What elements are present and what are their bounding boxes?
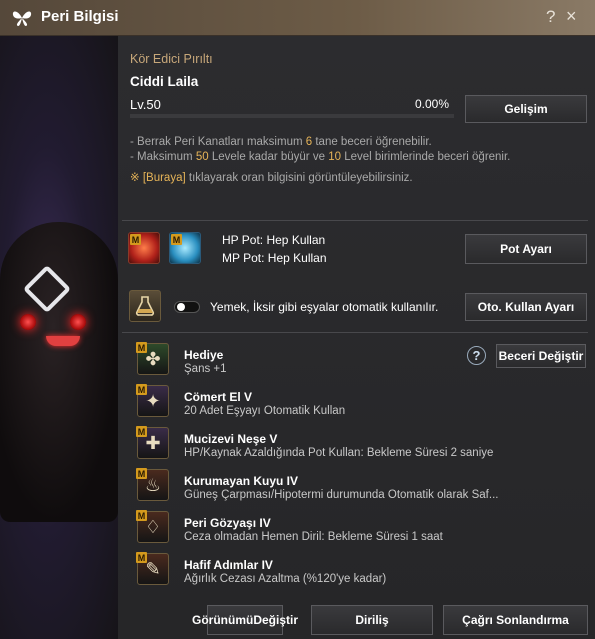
info-line-2: - Maksimum 50 Levele kadar büyür ve 10 L…	[130, 151, 510, 163]
close-icon[interactable]: ×	[566, 6, 577, 27]
hp-potion-icon[interactable]: M	[128, 232, 160, 264]
skill-name: Peri Gözyaşı IV	[184, 516, 271, 530]
hp-potion-setting: HP Pot: Hep Kullan	[222, 233, 326, 247]
end-summon-button[interactable]: Çağrı Sonlandırma	[443, 605, 588, 635]
skill-badge: M	[136, 426, 147, 437]
skill-glyph: ♢	[144, 516, 162, 537]
auto-use-settings-button[interactable]: Oto. Kullan Ayarı	[465, 293, 587, 321]
peri-level: Lv.50	[130, 97, 161, 112]
toggle-knob	[177, 303, 185, 311]
peri-type-name: Kör Edici Pırıltı	[130, 52, 213, 66]
skill-glyph: ✦	[145, 390, 161, 411]
skill-name: Kurumayan Kuyu IV	[184, 474, 299, 488]
peri-mouth	[46, 336, 80, 346]
change-appearance-line2: Değiştir	[253, 612, 299, 627]
skill-glyph: ✤	[145, 348, 161, 369]
window-title: Peri Bilgisi	[41, 8, 119, 25]
divider-middle	[122, 332, 588, 333]
skill-badge: M	[136, 510, 147, 521]
change-appearance-line1: Görünümü	[192, 612, 254, 627]
rate-info-link[interactable]: [Buraya]	[143, 172, 186, 184]
mp-potion-setting: MP Pot: Hep Kullan	[222, 251, 327, 265]
skill-help-icon[interactable]: ?	[467, 346, 486, 365]
info-line-1-prefix: - Berrak Peri Kanatları maksimum	[130, 136, 303, 148]
info-panel	[118, 36, 595, 639]
info-line-3-suffix: tıklayarak oran bilgisini görüntüleyebil…	[188, 172, 413, 184]
butterfly-icon	[12, 11, 32, 26]
peri-character-art	[0, 36, 118, 639]
skill-glyph: ✎	[145, 558, 161, 579]
info-line-2-prefix: - Maksimum	[130, 151, 193, 163]
note-mark: ※	[130, 172, 140, 184]
level-progress-text: 0.00%	[415, 97, 450, 111]
info-line-2-number-1: 50	[195, 151, 209, 163]
bowl-icon: ♨ M	[136, 468, 169, 501]
evolve-button[interactable]: Gelişim	[465, 95, 587, 123]
scroll-icon: ✎ M	[136, 552, 169, 585]
skill-badge: M	[136, 552, 147, 563]
info-line-2-number-2: 10	[328, 151, 341, 163]
skill-badge: M	[136, 342, 147, 353]
potion-settings-button[interactable]: Pot Ayarı	[465, 234, 587, 264]
skill-name: Cömert El V	[184, 390, 253, 404]
level-progress-bar	[130, 114, 454, 118]
info-line-1-suffix: tane beceri öğrenebilir.	[315, 136, 432, 148]
mp-potion-icon[interactable]: M	[169, 232, 201, 264]
info-line-3: ※ [Buraya] tıklayarak oran bilgisini gör…	[130, 170, 413, 184]
skill-glyph: ♨	[144, 474, 162, 495]
peri-left-eye	[20, 314, 36, 330]
skill-description: Şans +1	[184, 363, 227, 375]
info-line-2-mid: Levele kadar büyür ve	[211, 151, 325, 163]
revive-button[interactable]: Diriliş	[311, 605, 433, 635]
peri-body	[0, 222, 118, 522]
info-line-2-suffix: Level birimlerinde beceri öğrenir.	[344, 151, 511, 163]
clover-icon: ✤ M	[136, 342, 169, 375]
fairy-icon: ✦ M	[136, 384, 169, 417]
skill-description: HP/Kaynak Azaldığında Pot Kullan: Beklem…	[184, 447, 494, 459]
skill-name: Mucizevi Neşe V	[184, 432, 278, 446]
info-line-1-number: 6	[305, 136, 313, 148]
peri-info-window: Peri Bilgisi ? × Kör Edici Pırıltı Ciddi…	[0, 0, 595, 639]
skill-name: Hediye	[184, 348, 224, 362]
hp-potion-badge: M	[130, 234, 141, 245]
skill-badge: M	[136, 384, 147, 395]
skill-description: Ceza olmadan Hemen Diril: Bekleme Süresi…	[184, 531, 443, 543]
title-bar[interactable]: Peri Bilgisi ? ×	[0, 0, 595, 36]
info-line-1: - Berrak Peri Kanatları maksimum 6 tane …	[130, 136, 432, 148]
skill-glyph: ✚	[145, 432, 161, 453]
skill-name: Hafif Adımlar IV	[184, 558, 273, 572]
auto-use-label: Yemek, İksir gibi eşyalar otomatik kulla…	[210, 300, 439, 314]
peri-right-eye	[70, 314, 86, 330]
skill-description: Güneş Çarpması/Hipotermi durumunda Otoma…	[184, 489, 499, 501]
auto-use-toggle[interactable]	[174, 301, 200, 313]
potion-flask-icon	[129, 290, 161, 322]
skill-description: 20 Adet Eşyayı Otomatik Kullan	[184, 405, 346, 417]
potion-plus-icon: ✚ M	[136, 426, 169, 459]
tear-vial-icon: ♢ M	[136, 510, 169, 543]
help-icon[interactable]: ?	[546, 7, 555, 27]
skill-badge: M	[136, 468, 147, 479]
mp-potion-badge: M	[171, 234, 182, 245]
change-appearance-button[interactable]: Görünümü Değiştir	[192, 605, 298, 635]
change-skill-button[interactable]: Beceri Değiştir	[496, 344, 586, 368]
divider-top	[122, 220, 588, 221]
skill-description: Ağırlık Cezası Azaltma (%120'ye kadar)	[184, 573, 387, 585]
peri-name: Ciddi Laila	[130, 74, 199, 89]
